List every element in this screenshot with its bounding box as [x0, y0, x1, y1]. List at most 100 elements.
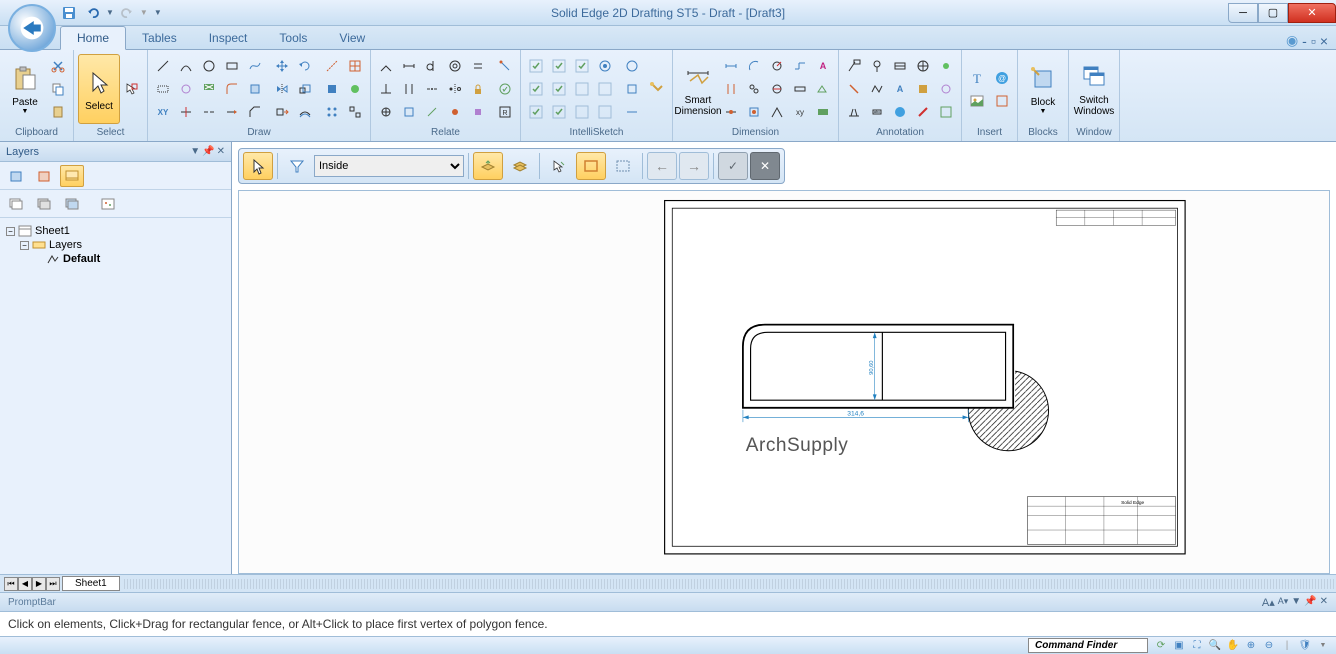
prompt-close-icon[interactable]: ✕ — [1320, 596, 1328, 609]
status-zoomout-icon[interactable]: ⊖ — [1262, 639, 1276, 653]
project-icon[interactable] — [321, 78, 343, 100]
text-insert-icon[interactable]: T — [966, 67, 988, 89]
ann-9-icon[interactable] — [912, 78, 934, 100]
rel4-icon[interactable] — [467, 101, 489, 123]
tree-layers-node[interactable]: − Layers — [6, 238, 225, 252]
ann-11-icon[interactable] — [843, 101, 865, 123]
sheet-first-icon[interactable]: ⏮ — [4, 577, 18, 591]
dim-1-icon[interactable] — [720, 55, 742, 77]
is-10-icon[interactable] — [548, 101, 570, 123]
status-drop-icon[interactable]: ▼ — [1316, 639, 1330, 653]
font-inc-icon[interactable]: A▴ — [1262, 596, 1275, 609]
connect-icon[interactable] — [375, 55, 397, 77]
trim2-icon[interactable] — [198, 101, 220, 123]
ctx-accept-icon[interactable]: ✓ — [718, 152, 748, 180]
ctx-box1-icon[interactable] — [473, 152, 503, 180]
ann-4-icon[interactable] — [912, 55, 934, 77]
clipboard-icon[interactable] — [47, 101, 69, 123]
stretch-icon[interactable] — [271, 101, 293, 123]
ctx-select-icon[interactable] — [243, 152, 273, 180]
maximize-button[interactable]: ▢ — [1258, 3, 1288, 23]
ann-1-icon[interactable] — [843, 55, 865, 77]
doc-close-icon[interactable]: × — [1320, 33, 1328, 49]
ctx-prev-icon[interactable]: ← — [647, 152, 677, 180]
status-shield-icon[interactable]: 🛡 — [1298, 639, 1312, 653]
line-icon[interactable] — [152, 55, 174, 77]
ann-2-icon[interactable] — [866, 55, 888, 77]
ann-14-icon[interactable] — [912, 101, 934, 123]
is-tool-icon[interactable] — [646, 78, 668, 100]
tab-tables[interactable]: Tables — [126, 27, 193, 49]
is-9-icon[interactable] — [525, 101, 547, 123]
status-zoom-fit-icon[interactable]: ⛶ — [1190, 639, 1204, 653]
redo-dropdown-icon[interactable]: ▼ — [140, 8, 148, 17]
is-5-icon[interactable] — [525, 78, 547, 100]
grid-icon[interactable] — [344, 55, 366, 77]
help-icon[interactable]: ◉ — [1286, 32, 1298, 49]
minimize-button[interactable]: ─ — [1228, 3, 1258, 23]
expand-icon[interactable]: − — [20, 241, 29, 250]
expand-icon[interactable]: − — [6, 227, 15, 236]
save-icon[interactable] — [58, 3, 80, 23]
application-button[interactable] — [8, 4, 56, 52]
rel3-icon[interactable] — [444, 101, 466, 123]
sheet-last-icon[interactable]: ⏭ — [46, 577, 60, 591]
redo-icon[interactable] — [116, 3, 138, 23]
status-zoom-area-icon[interactable]: ▣ — [1172, 639, 1186, 653]
rel2-icon[interactable] — [421, 101, 443, 123]
dim-14-icon[interactable]: xy — [789, 101, 811, 123]
tree-default-layer[interactable]: Default — [6, 252, 225, 266]
tangent-icon[interactable] — [421, 55, 443, 77]
lt-new-icon[interactable] — [4, 165, 28, 187]
status-zoom-icon[interactable]: 🔍 — [1208, 639, 1222, 653]
ctx-box2-icon[interactable] — [505, 152, 535, 180]
chamfer-icon[interactable] — [244, 78, 266, 100]
sheet-tab-active[interactable]: Sheet1 — [62, 576, 120, 591]
doc-restore-icon[interactable]: ▫ — [1311, 33, 1316, 49]
pattern-icon[interactable] — [321, 101, 343, 123]
is-opt1-icon[interactable] — [621, 55, 643, 77]
lt-lock-icon[interactable] — [60, 193, 84, 215]
font-dec-icon[interactable]: A▾ — [1278, 596, 1289, 609]
select-overlap-icon[interactable] — [121, 78, 143, 100]
is-7-icon[interactable] — [571, 78, 593, 100]
close-button[interactable]: ✕ — [1288, 3, 1336, 23]
ctx-next-icon[interactable]: → — [679, 152, 709, 180]
sheet-prev-icon[interactable]: ◀ — [18, 577, 32, 591]
dim-6-icon[interactable] — [720, 78, 742, 100]
convert-icon[interactable] — [344, 78, 366, 100]
is-opt3-icon[interactable] — [621, 101, 643, 123]
layers-pin-icon[interactable]: 📌 — [202, 146, 214, 157]
rotate-icon[interactable] — [294, 55, 316, 77]
layers-options-icon[interactable]: ▼ — [190, 146, 200, 157]
object-insert-icon[interactable] — [991, 90, 1013, 112]
status-zoomin-icon[interactable]: ⊕ — [1244, 639, 1258, 653]
undo-icon[interactable] — [82, 3, 104, 23]
paste-button[interactable]: Paste ▼ — [4, 54, 46, 124]
symbol-insert-icon[interactable]: @ — [991, 67, 1013, 89]
copy-icon[interactable] — [47, 78, 69, 100]
prompt-opt-icon[interactable]: ▼ — [1291, 596, 1301, 609]
dim-15-icon[interactable] — [812, 101, 834, 123]
dim-12-icon[interactable] — [743, 101, 765, 123]
is-midpoint-icon[interactable] — [548, 55, 570, 77]
horizontal-icon[interactable] — [398, 55, 420, 77]
dim-5-icon[interactable]: A — [812, 55, 834, 77]
sheet-next-icon[interactable]: ▶ — [32, 577, 46, 591]
is-6-icon[interactable] — [548, 78, 570, 100]
concentric-icon[interactable] — [444, 55, 466, 77]
rigid-icon[interactable] — [375, 101, 397, 123]
dim-11-icon[interactable] — [720, 101, 742, 123]
cut-icon[interactable] — [47, 55, 69, 77]
text-icon[interactable]: XY — [152, 101, 174, 123]
equal-icon[interactable] — [467, 55, 489, 77]
lt-show-icon[interactable] — [4, 193, 28, 215]
block-button[interactable]: Block ▼ — [1022, 54, 1064, 124]
ctx-cancel-icon[interactable]: ✕ — [750, 152, 780, 180]
tab-home[interactable]: Home — [60, 26, 126, 50]
corner-icon[interactable] — [244, 101, 266, 123]
doc-minimize-icon[interactable]: - — [1302, 33, 1307, 49]
rect-icon[interactable] — [221, 55, 243, 77]
curve-icon[interactable] — [244, 55, 266, 77]
lt-color-icon[interactable] — [96, 193, 120, 215]
